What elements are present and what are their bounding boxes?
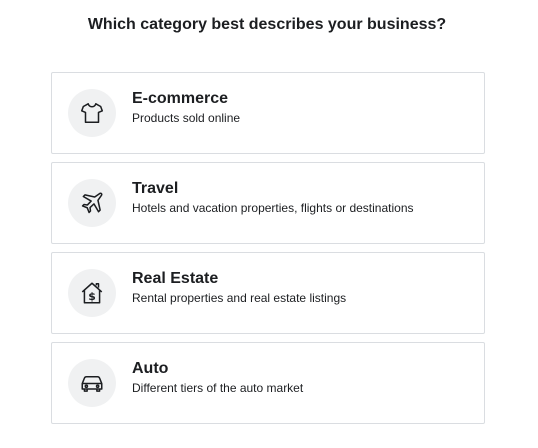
option-text: Travel Hotels and vacation properties, f… xyxy=(132,179,472,216)
option-ecommerce[interactable]: E-commerce Products sold online xyxy=(51,72,485,154)
option-description: Hotels and vacation properties, flights … xyxy=(132,201,414,215)
option-title: Travel xyxy=(132,180,179,197)
category-option-list: E-commerce Products sold online Travel H… xyxy=(51,72,485,432)
option-description: Products sold online xyxy=(132,111,241,125)
option-auto[interactable]: Auto Different tiers of the auto market xyxy=(51,342,485,424)
option-description: Rental properties and real estate listin… xyxy=(132,291,347,305)
option-text: Auto Different tiers of the auto market xyxy=(132,359,472,396)
option-icon-badge: $ xyxy=(68,269,116,317)
option-title: Real Estate xyxy=(132,270,219,287)
option-icon-badge xyxy=(68,89,116,137)
page-question-heading: Which category best describes your busin… xyxy=(87,16,447,33)
option-icon-badge xyxy=(68,359,116,407)
option-title: Auto xyxy=(132,360,169,377)
airplane-icon xyxy=(81,192,103,214)
house-dollar-icon: $ xyxy=(81,282,103,304)
option-description: Different tiers of the auto market xyxy=(132,381,304,395)
option-travel[interactable]: Travel Hotels and vacation properties, f… xyxy=(51,162,485,244)
option-title: E-commerce xyxy=(132,90,229,107)
option-text: E-commerce Products sold online xyxy=(132,89,472,126)
option-text: Real Estate Rental properties and real e… xyxy=(132,269,472,306)
option-real-estate[interactable]: $ Real Estate Rental properties and real… xyxy=(51,252,485,334)
option-icon-badge xyxy=(68,179,116,227)
t-shirt-icon xyxy=(80,103,104,123)
svg-text:$: $ xyxy=(88,290,96,303)
car-icon xyxy=(81,375,103,392)
